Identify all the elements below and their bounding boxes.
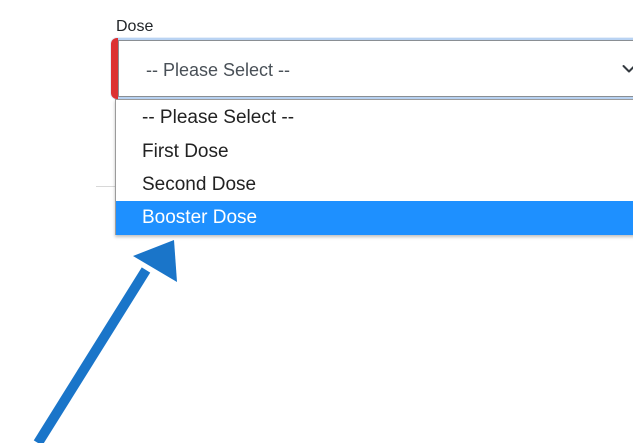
annotation-arrow xyxy=(33,240,177,443)
